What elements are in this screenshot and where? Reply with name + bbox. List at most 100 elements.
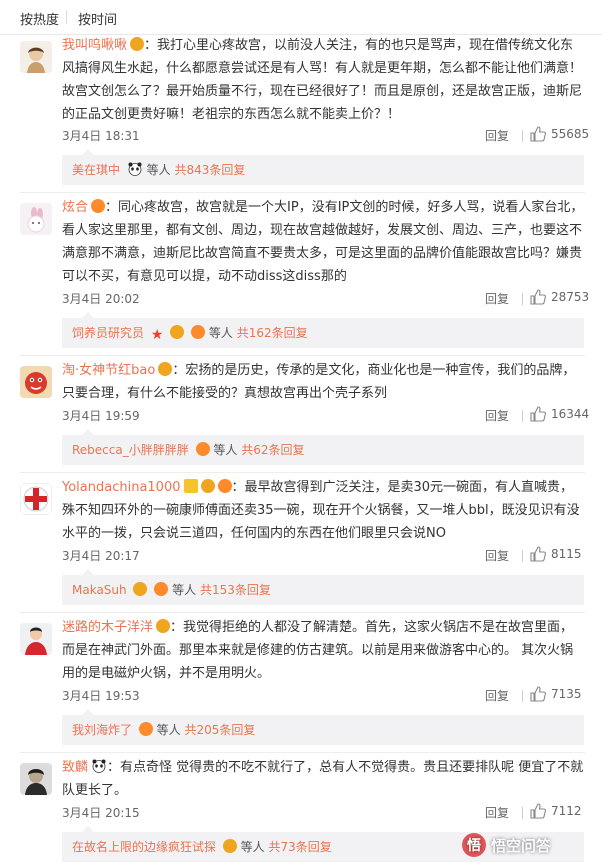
replies-count-link[interactable]: 共73条回复 xyxy=(269,840,332,854)
like-button[interactable]: 28753 xyxy=(530,289,589,305)
comment-meta: 3月4日 18:31 回复 55685 xyxy=(62,126,589,145)
member-badge-icon xyxy=(170,325,185,339)
thumbs-up-icon xyxy=(530,289,546,305)
member-badge-icon xyxy=(130,37,145,51)
like-count: 28753 xyxy=(551,290,590,304)
member-badge-icon xyxy=(91,199,106,213)
like-count: 7112 xyxy=(551,804,582,818)
sort-by-hot-tab[interactable]: 按热度 xyxy=(20,9,59,28)
member-badge-icon xyxy=(156,619,171,633)
username-link[interactable]: 致麟 xyxy=(62,760,88,775)
thumbs-up-icon xyxy=(530,406,546,422)
member-badge-icon xyxy=(200,479,215,493)
meta-divider xyxy=(522,550,523,562)
thumbs-up-icon xyxy=(530,546,546,562)
comment-meta: 3月4日 20:02 回复 28753 xyxy=(62,289,589,308)
comment-body: ：我打心里心疼故宫，以前没人关注，有的也只是骂声，现在借传统文化东风搞得风生水起… xyxy=(62,38,583,122)
replies-summary[interactable]: Rebecca_小胖胖胖胖 等人 共62条回复 xyxy=(62,429,584,465)
like-count: 16344 xyxy=(551,407,590,421)
avatar[interactable] xyxy=(20,203,52,235)
replies-count-link[interactable]: 共153条回复 xyxy=(200,583,271,597)
comment-time: 3月4日 19:53 xyxy=(62,689,140,703)
replies-others-label: 等人 xyxy=(213,443,238,457)
replies-others-label: 等人 xyxy=(146,163,171,177)
member-badge-icon xyxy=(195,442,210,456)
like-button[interactable]: 7135 xyxy=(530,686,582,702)
like-button[interactable]: 7112 xyxy=(530,803,582,819)
panda-badge-icon xyxy=(127,162,143,176)
member-badge-icon xyxy=(222,839,237,853)
comment-meta: 3月4日 19:53 回复 7135 xyxy=(62,686,584,705)
comment-divider xyxy=(20,612,585,613)
comment-text: 我叫呜啾啾 ：我打心里心疼故宫，以前没人关注，有的也只是骂声，现在借传统文化东风搞… xyxy=(62,34,584,126)
meta-divider xyxy=(522,410,523,422)
reply-button[interactable]: 回复 xyxy=(485,127,509,144)
caret xyxy=(82,312,94,318)
meta-divider xyxy=(522,130,523,142)
replies-summary[interactable]: 饲养员研究员 ★ 等人 共162条回复 xyxy=(62,312,584,348)
username-link[interactable]: 炫合 xyxy=(62,200,88,215)
reply-username-link[interactable]: 饲养员研究员 xyxy=(72,326,144,340)
reply-username-link[interactable]: MakaSuh xyxy=(72,583,127,597)
replies-count-link[interactable]: 共843条回复 xyxy=(175,163,246,177)
comment-meta: 3月4日 20:15 回复 7112 xyxy=(62,803,584,822)
like-button[interactable]: 55685 xyxy=(530,126,589,142)
comment-text: 淘·女神节红bao ：宏扬的是历史，传承的是文化，商业化也是一种宣传，我们的品牌，… xyxy=(62,359,584,405)
reply-button[interactable]: 回复 xyxy=(485,290,509,307)
sort-by-time-tab[interactable]: 按时间 xyxy=(78,9,117,28)
replies-count-link[interactable]: 共162条回复 xyxy=(237,326,308,340)
reply-button[interactable]: 回复 xyxy=(485,407,509,424)
caret xyxy=(82,429,94,435)
avatar[interactable] xyxy=(20,763,52,795)
comment-time: 3月4日 19:59 xyxy=(62,409,140,423)
star-badge-icon: ★ xyxy=(150,327,164,343)
avatar[interactable] xyxy=(20,41,52,73)
comment-time: 3月4日 18:31 xyxy=(62,129,140,143)
verified-badge-icon xyxy=(183,479,198,493)
comment-divider xyxy=(20,472,585,473)
comment-meta: 3月4日 20:17 回复 8115 xyxy=(62,546,584,565)
reply-button[interactable]: 回复 xyxy=(485,804,509,821)
replies-count-link[interactable]: 共205条回复 xyxy=(185,723,256,737)
sort-divider xyxy=(66,10,67,24)
comment-meta: 3月4日 19:59 回复 16344 xyxy=(62,406,589,425)
reply-username-link[interactable]: 美在琪中 xyxy=(72,163,120,177)
avatar[interactable] xyxy=(20,623,52,655)
like-button[interactable]: 8115 xyxy=(530,546,582,562)
sort-bar: 按热度 按时间 xyxy=(0,0,602,34)
replies-count-link[interactable]: 共62条回复 xyxy=(241,443,304,457)
replies-summary[interactable]: 美在琪中 等人 共843条回复 xyxy=(62,149,584,185)
reply-button[interactable]: 回复 xyxy=(485,687,509,704)
avatar[interactable] xyxy=(20,483,52,515)
caret xyxy=(82,569,94,575)
comment-text: Yolandachina1000 ：最早故宫得到广泛关注，是卖30元一碗面，有人直… xyxy=(62,476,584,545)
reply-username-link[interactable]: 我刘海炸了 xyxy=(72,723,132,737)
username-link[interactable]: 我叫呜啾啾 xyxy=(62,38,127,53)
like-button[interactable]: 16344 xyxy=(530,406,589,422)
replies-summary[interactable]: MakaSuh 等人 共153条回复 xyxy=(62,569,584,605)
comment-text: 炫合 ：同心疼故宫，故宫就是一个大IP，没有IP文创的时候，好多人骂，说看人家台北… xyxy=(62,196,584,288)
replies-others-label: 等人 xyxy=(172,583,197,597)
reply-username-link[interactable]: 在故名上限的边缘疯狂试探 xyxy=(72,840,216,854)
like-count: 7135 xyxy=(551,687,582,701)
thumbs-up-icon xyxy=(530,686,546,702)
caret xyxy=(82,709,94,715)
comment-time: 3月4日 20:15 xyxy=(62,806,140,820)
member-badge-icon xyxy=(133,582,148,596)
comment-divider xyxy=(20,192,585,193)
replies-others-label: 等人 xyxy=(156,723,181,737)
username-link[interactable]: 迷路的木子洋洋 xyxy=(62,620,153,635)
username-link[interactable]: 淘·女神节红bao xyxy=(62,363,155,378)
username-link[interactable]: Yolandachina1000 xyxy=(62,480,181,495)
replies-others-label: 等人 xyxy=(208,326,233,340)
reply-username-link[interactable]: Rebecca_小胖胖胖胖 xyxy=(72,443,189,457)
avatar[interactable] xyxy=(20,366,52,398)
replies-summary[interactable]: 我刘海炸了 等人 共205条回复 xyxy=(62,709,584,745)
comment-text: 致麟 ：有点奇怪 觉得贵的不吃不就行了，总有人不觉得贵。贵且还要排队呢 便宜了不就… xyxy=(62,756,584,802)
watermark: 悟 悟空问答 xyxy=(462,832,551,858)
caret xyxy=(82,149,94,155)
reply-button[interactable]: 回复 xyxy=(485,547,509,564)
replies-others-label: 等人 xyxy=(240,840,265,854)
member-badge-icon xyxy=(158,362,173,376)
member-badge-icon xyxy=(138,722,153,736)
